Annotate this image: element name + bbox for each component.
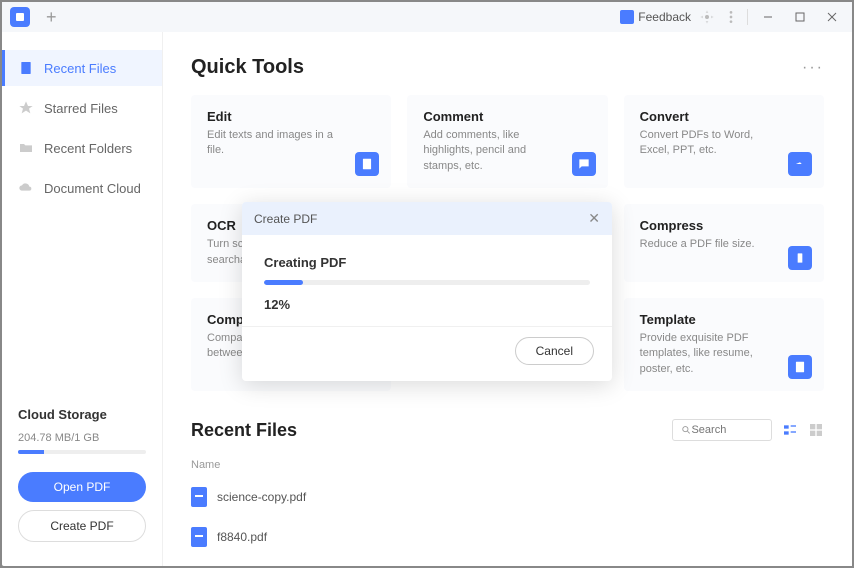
sidebar-item-recent-files[interactable]: Recent Files [2, 50, 162, 86]
tool-desc: Add comments, like highlights, pencil an… [423, 128, 591, 174]
search-input[interactable] [691, 424, 763, 436]
tool-edit[interactable]: Edit Edit texts and images in a file. [191, 95, 391, 188]
minimize-button[interactable] [756, 5, 780, 29]
modal-subtitle: Creating PDF [264, 255, 590, 270]
sidebar-item-label: Document Cloud [44, 181, 141, 196]
progress-bar [264, 280, 590, 285]
progress-fill [264, 280, 303, 285]
comment-icon [572, 152, 596, 176]
sidebar-item-label: Starred Files [44, 101, 118, 116]
recent-tools [672, 419, 824, 441]
open-pdf-button[interactable]: Open PDF [18, 472, 146, 502]
quick-tools-title: Quick Tools [191, 56, 304, 79]
tool-title: Comment [423, 109, 591, 124]
tool-desc: Edit texts and images in a file. [207, 128, 375, 159]
modal-body: Creating PDF 12% [242, 235, 612, 326]
compress-icon [788, 246, 812, 270]
quick-tools-header: Quick Tools ··· [191, 56, 824, 79]
column-header-name: Name [191, 453, 824, 477]
sidebar: Recent Files Starred Files Recent Folder… [2, 32, 162, 566]
sidebar-item-recent-folders[interactable]: Recent Folders [2, 130, 162, 166]
search-icon [681, 424, 691, 436]
cloud-storage-bar [18, 450, 146, 454]
close-button[interactable] [820, 5, 844, 29]
list-view-button[interactable] [782, 422, 798, 438]
file-name: science-copy.pdf [217, 490, 306, 504]
pdf-file-icon [191, 487, 207, 507]
recent-files-header: Recent Files [191, 419, 824, 441]
titlebar-left: + [10, 7, 61, 28]
menu-icon[interactable] [723, 9, 739, 25]
file-row[interactable]: f8840.pdf [191, 517, 824, 557]
feedback-label: Feedback [638, 10, 691, 24]
modal-close-button[interactable]: ✕ [588, 210, 600, 227]
file-icon [18, 60, 34, 76]
edit-icon [355, 152, 379, 176]
feedback-icon [620, 10, 634, 24]
more-button[interactable]: ··· [802, 59, 824, 77]
new-tab-button[interactable]: + [42, 7, 61, 28]
sidebar-nav: Recent Files Starred Files Recent Folder… [2, 50, 162, 206]
tool-desc: Reduce a PDF file size. [640, 237, 808, 252]
convert-icon [788, 152, 812, 176]
sidebar-item-label: Recent Files [44, 61, 116, 76]
feedback-button[interactable]: Feedback [620, 10, 691, 24]
titlebar-right: Feedback [620, 5, 844, 29]
file-row[interactable]: science-copy.pdf [191, 477, 824, 517]
cancel-button[interactable]: Cancel [515, 337, 594, 365]
tool-template[interactable]: Template Provide exquisite PDF templates… [624, 298, 824, 391]
tool-convert[interactable]: Convert Convert PDFs to Word, Excel, PPT… [624, 95, 824, 188]
recent-files-title: Recent Files [191, 420, 297, 441]
search-box[interactable] [672, 419, 772, 441]
tool-title: Convert [640, 109, 808, 124]
sidebar-item-starred-files[interactable]: Starred Files [2, 90, 162, 126]
settings-icon[interactable] [699, 9, 715, 25]
maximize-button[interactable] [788, 5, 812, 29]
cloud-icon [18, 180, 34, 196]
titlebar: + Feedback [2, 2, 852, 32]
folder-icon [18, 140, 34, 156]
file-name: f8840.pdf [217, 530, 267, 544]
app-window: + Feedback [2, 2, 852, 566]
tool-desc: Provide exquisite PDF templates, like re… [640, 331, 808, 377]
create-pdf-modal: Create PDF ✕ Creating PDF 12% Cancel [242, 202, 612, 381]
tool-desc: Convert PDFs to Word, Excel, PPT, etc. [640, 128, 808, 159]
create-pdf-button[interactable]: Create PDF [18, 510, 146, 542]
modal-header: Create PDF ✕ [242, 202, 612, 235]
cloud-storage-fill [18, 450, 44, 454]
tool-title: Template [640, 312, 808, 327]
sidebar-bottom: Cloud Storage 204.78 MB/1 GB Open PDF Cr… [2, 391, 162, 566]
app-logo-icon[interactable] [10, 7, 30, 27]
modal-title: Create PDF [254, 212, 317, 226]
sidebar-item-document-cloud[interactable]: Document Cloud [2, 170, 162, 206]
modal-footer: Cancel [242, 326, 612, 381]
tool-title: Edit [207, 109, 375, 124]
cloud-storage-usage: 204.78 MB/1 GB [18, 432, 146, 444]
tool-comment[interactable]: Comment Add comments, like highlights, p… [407, 95, 607, 188]
tool-compress[interactable]: Compress Reduce a PDF file size. [624, 204, 824, 282]
divider [747, 9, 748, 25]
tool-title: Compress [640, 218, 808, 233]
pdf-file-icon [191, 527, 207, 547]
star-icon [18, 100, 34, 116]
file-row[interactable]: productivity Modern Life.pdf [191, 557, 824, 566]
template-icon [788, 355, 812, 379]
grid-view-button[interactable] [808, 422, 824, 438]
sidebar-item-label: Recent Folders [44, 141, 132, 156]
progress-percentage: 12% [264, 297, 590, 312]
cloud-storage-title: Cloud Storage [18, 407, 146, 422]
